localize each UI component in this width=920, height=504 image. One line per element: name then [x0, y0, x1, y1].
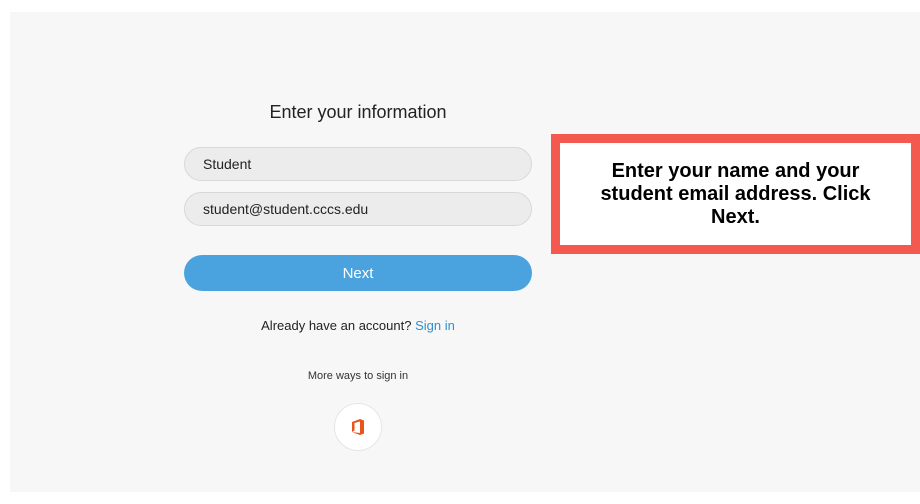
office-sign-in-button[interactable] [334, 403, 382, 451]
next-button[interactable]: Next [184, 255, 532, 291]
email-field[interactable] [184, 192, 532, 226]
account-prompt: Already have an account? Sign in [184, 318, 532, 333]
page-title: Enter your information [269, 102, 447, 122]
account-prompt-text: Already have an account? [261, 318, 412, 333]
name-field[interactable] [184, 147, 532, 181]
callout-text: Enter your name and your student email a… [600, 159, 871, 228]
instruction-callout: Enter your name and your student email a… [551, 134, 920, 254]
more-ways-label: More ways to sign in [307, 370, 409, 382]
office-icon [352, 419, 364, 435]
sign-in-link[interactable]: Sign in [415, 318, 455, 333]
